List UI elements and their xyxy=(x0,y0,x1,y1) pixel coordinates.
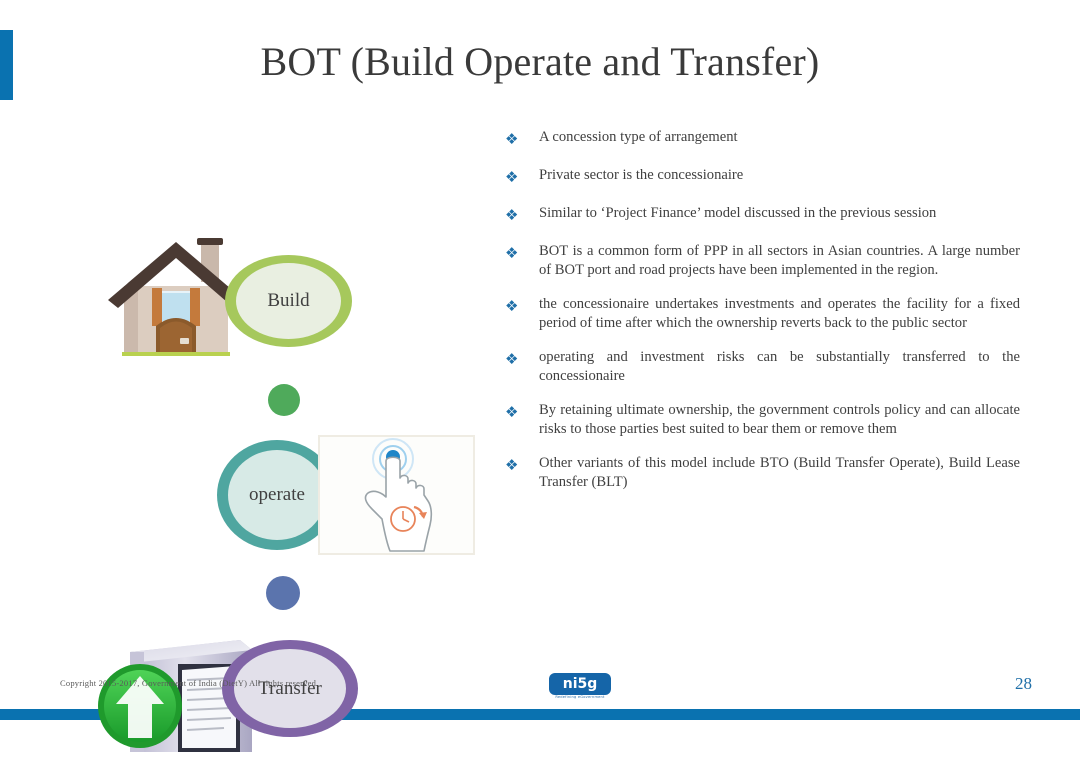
list-item-text: A concession type of arrangement xyxy=(539,129,738,145)
connector-dot-blue xyxy=(266,576,300,610)
diamond-bullet-icon: ❖ xyxy=(505,244,519,262)
list-item-text: the concessionaire undertakes investment… xyxy=(539,296,1020,331)
list-item: ❖ operating and investment risks can be … xyxy=(505,348,1020,385)
list-item-text: BOT is a common form of PPP in all secto… xyxy=(539,243,1020,278)
list-item: ❖ Similar to ‘Project Finance’ model dis… xyxy=(505,204,1020,226)
nisg-logo-tagline: Redefining eGovernment xyxy=(555,695,605,699)
diamond-bullet-icon: ❖ xyxy=(505,403,519,421)
list-item: ❖ BOT is a common form of PPP in all sec… xyxy=(505,242,1020,279)
list-item-text: Private sector is the concessionaire xyxy=(539,167,744,183)
list-item: ❖ By retaining ultimate ownership, the g… xyxy=(505,401,1020,438)
nisg-logo-badge: ni5g xyxy=(549,673,611,695)
bullet-list: ❖ A concession type of arrangement ❖ Pri… xyxy=(505,128,1020,507)
list-item: ❖ Other variants of this model include B… xyxy=(505,454,1020,491)
nisg-logo: ni5g Redefining eGovernment xyxy=(549,673,611,703)
list-item-text: By retaining ultimate ownership, the gov… xyxy=(539,402,1020,437)
diamond-bullet-icon: ❖ xyxy=(505,297,519,315)
stage-circle-build: Build xyxy=(225,255,352,347)
diamond-bullet-icon: ❖ xyxy=(505,130,519,148)
stage-label-build: Build xyxy=(267,290,310,311)
diamond-bullet-icon: ❖ xyxy=(505,168,519,186)
stage-circle-transfer: Transfer xyxy=(222,640,358,737)
stage-label-operate: operate xyxy=(249,484,305,505)
bot-stage-diagram: Build operate Transfer xyxy=(0,110,490,752)
list-item-text: Other variants of this model include BTO… xyxy=(539,455,1020,490)
page-number: 28 xyxy=(1015,674,1032,693)
page-title: BOT (Build Operate and Transfer) xyxy=(260,39,820,84)
connector-dot-green xyxy=(268,384,300,416)
tap-and-hold-hand-icon xyxy=(318,435,475,555)
stage-label-transfer: Transfer xyxy=(258,677,322,699)
list-item-text: operating and investment risks can be su… xyxy=(539,349,1020,384)
list-item: ❖ Private sector is the concessionaire xyxy=(505,166,1020,188)
diamond-bullet-icon: ❖ xyxy=(505,206,519,224)
diamond-bullet-icon: ❖ xyxy=(505,350,519,368)
nisg-logo-text: ni5g xyxy=(562,676,598,692)
list-item: ❖ the concessionaire undertakes investme… xyxy=(505,295,1020,332)
list-item: ❖ A concession type of arrangement xyxy=(505,128,1020,150)
diamond-bullet-icon: ❖ xyxy=(505,456,519,474)
list-item-text: Similar to ‘Project Finance’ model discu… xyxy=(539,205,937,221)
